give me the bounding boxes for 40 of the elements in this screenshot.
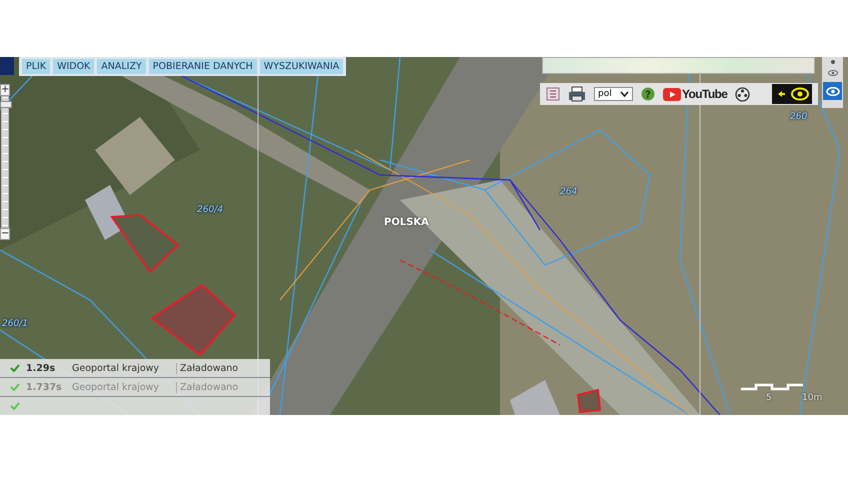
- zoom-slider[interactable]: [1, 96, 9, 228]
- scale-label: 5: [766, 393, 772, 403]
- list-icon[interactable]: [546, 87, 560, 101]
- map-label: 264: [560, 187, 578, 197]
- printer-icon[interactable]: [568, 86, 586, 102]
- zoom-slider-thumb[interactable]: [0, 100, 12, 108]
- layer-source: Geoportal krajowy: [72, 362, 160, 374]
- building-outline: [110, 214, 180, 274]
- load-status: Załadowano: [176, 382, 238, 392]
- menu-item[interactable]: POBIERANIE DANYCH: [148, 59, 257, 74]
- map-label: 260: [790, 112, 808, 122]
- map-label: 260/1: [2, 319, 28, 329]
- eye-icon: [826, 86, 840, 96]
- eye-button[interactable]: [823, 82, 842, 100]
- caret-icon: [620, 91, 629, 97]
- logo-block: [0, 57, 14, 75]
- layer-source: Geoportal krajowy: [72, 382, 160, 392]
- visibility-toggle[interactable]: [772, 84, 812, 104]
- roof: [510, 380, 560, 415]
- map-label: POLSKA: [384, 217, 429, 228]
- menu-item[interactable]: WIDOK: [53, 59, 94, 74]
- load-time: 1.737s: [26, 382, 63, 392]
- dot-icon[interactable]: [830, 60, 834, 64]
- menu-item[interactable]: PLIK: [22, 59, 50, 74]
- building-outline: [576, 388, 602, 414]
- film-reel-icon[interactable]: [735, 86, 750, 102]
- scale-label: 10m: [802, 393, 822, 403]
- youtube-link[interactable]: YouTube: [663, 87, 728, 101]
- menu-item[interactable]: WYSZUKIWANIA: [260, 59, 344, 74]
- zoom-in-button[interactable]: +: [0, 84, 10, 96]
- zoom-out-button[interactable]: −: [0, 228, 10, 240]
- scale-bar-drawing: [740, 383, 804, 391]
- language-select[interactable]: pol: [594, 87, 633, 101]
- menu-item[interactable]: ANALIZY: [97, 59, 146, 74]
- load-time: 1.29s: [26, 362, 56, 374]
- eye-icon[interactable]: [828, 70, 838, 76]
- load-status: Załadowano: [176, 362, 238, 374]
- map-label: 260/4: [197, 205, 223, 215]
- play-icon: [663, 88, 681, 100]
- help-icon[interactable]: ?: [641, 87, 655, 101]
